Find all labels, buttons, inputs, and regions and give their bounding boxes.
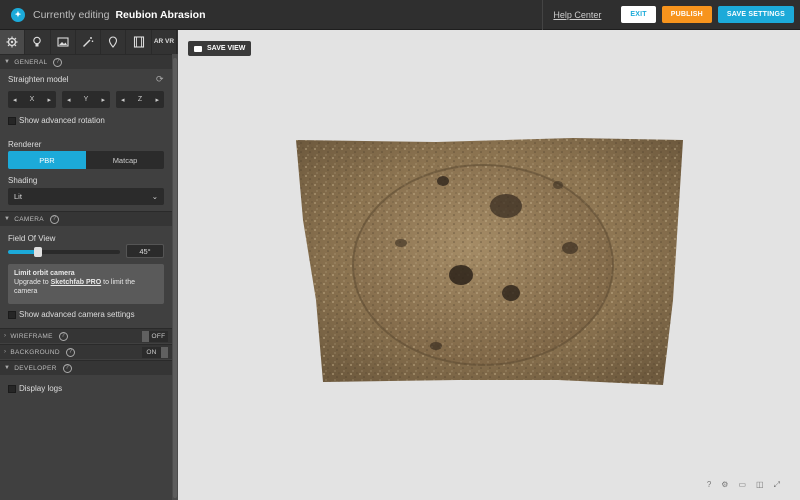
fullscreen-icon[interactable]: ⤢ [774,480,780,490]
magic-wand-icon [83,37,94,47]
rotate-left-icon: ◂ [121,96,125,104]
wireframe-section-header[interactable]: › WIREFRAME ? OFF [0,328,172,343]
advanced-rotation-checkbox[interactable]: Show advanced rotation [8,116,105,125]
wireframe-state: OFF [149,330,168,342]
checkbox-box[interactable] [8,116,16,125]
exit-button[interactable]: EXIT [621,6,656,23]
advanced-camera-checkbox[interactable]: Show advanced camera settings [8,310,135,319]
limit-prefix: Upgrade to [14,279,49,286]
chevron-down-icon: ▼ [4,59,11,65]
sketchfab-pro-link[interactable]: Sketchfab PRO [51,279,102,286]
straighten-label: Straighten model [8,75,69,84]
background-section-header[interactable]: › BACKGROUND ? ON [0,344,172,359]
lock-icon[interactable]: ▭ [738,480,746,490]
tab-background[interactable] [51,30,76,54]
renderer-label: Renderer [8,140,42,149]
fov-value-input[interactable]: 45° [126,244,164,258]
limit-orbit-info: Limit orbit camera Upgrade to Sketchfab … [8,264,164,304]
developer-title: DEVELOPER [14,364,57,372]
rotate-x-button[interactable]: ◂ X ▸ [8,91,56,108]
film-icon [133,36,144,48]
background-state: ON [142,346,161,358]
chevron-right-icon: › [4,349,7,355]
tab-ar-vr[interactable]: AR VR [152,30,178,54]
fov-slider[interactable] [8,247,120,257]
axis-y-label: Y [83,96,89,103]
help-center-link[interactable]: Help Center [542,0,611,30]
chevron-down-icon: ▼ [4,365,11,371]
help-icon[interactable]: ? [62,363,72,373]
fov-label: Field Of View [8,234,56,243]
background-title: BACKGROUND [10,348,60,356]
sidebar-scrollbar-thumb[interactable] [173,58,177,498]
help-icon[interactable]: ? [707,480,711,490]
axis-z-label: Z [137,96,143,103]
settings-sidebar: AR VR ▼ GENERAL ? Straighten model ⟳ ◂ X… [0,30,178,500]
reset-icon[interactable]: ⟳ [156,74,164,85]
chevron-down-icon: ⌄ [151,192,158,201]
model-name: Reubion Abrasion [115,8,206,21]
sketchfab-logo-icon[interactable]: ✦ [11,7,25,22]
map-pin-icon [109,36,118,48]
help-icon[interactable]: ? [49,214,59,224]
shading-value: Lit [14,192,22,201]
limit-orbit-title: Limit orbit camera [14,270,75,277]
3d-viewport[interactable]: SAVE VIEW ? ⚙ ▭ ◫ ⤢ [178,30,800,500]
renderer-pbr-option[interactable]: PBR [8,151,86,169]
help-icon[interactable]: ? [53,57,63,67]
stone-model[interactable] [178,30,800,500]
tab-lighting[interactable] [25,30,51,54]
rotate-z-button[interactable]: ◂ Z ▸ [116,91,164,108]
checkbox-box[interactable] [8,384,16,393]
wireframe-toggle[interactable]: OFF [142,330,168,342]
gear-icon [6,36,18,48]
tab-postprocessing[interactable] [76,30,102,54]
tab-bar: AR VR [0,30,178,54]
renderer-toggle: PBR Matcap [8,151,164,169]
top-bar: ✦ Currently editing Reubion Abrasion Hel… [0,0,800,30]
rotate-right-icon: ▸ [155,96,159,104]
chevron-right-icon: › [4,333,7,339]
tab-animation[interactable] [126,30,152,54]
general-title: GENERAL [14,58,48,66]
display-logs-checkbox[interactable]: Display logs [8,384,62,393]
tab-annotations[interactable] [101,30,127,54]
image-icon [57,37,69,47]
editing-label: Currently editing [33,8,110,21]
wireframe-title: WIREFRAME [10,332,53,340]
lightbulb-icon [33,36,42,47]
ar-vr-label: AR VR [153,37,175,45]
viewer-controls: ? ⚙ ▭ ◫ ⤢ [707,480,780,490]
chevron-down-icon: ▼ [4,216,11,222]
axis-x-label: X [29,96,35,103]
rotate-right-icon: ▸ [47,96,51,104]
rotate-right-icon: ▸ [101,96,105,104]
advanced-camera-label: Show advanced camera settings [19,310,135,319]
save-settings-button[interactable]: SAVE SETTINGS [717,6,794,23]
fov-slider-handle[interactable] [34,247,43,257]
camera-section-header[interactable]: ▼ CAMERA ? [0,211,172,226]
tab-general[interactable] [0,30,26,54]
advanced-rotation-label: Show advanced rotation [19,116,105,125]
background-toggle[interactable]: ON [142,346,168,358]
general-section-header[interactable]: ▼ GENERAL ? [0,54,172,69]
checkbox-box[interactable] [8,310,16,319]
settings-icon[interactable]: ⚙ [721,480,728,490]
developer-section-header[interactable]: ▼ DEVELOPER ? [0,360,172,375]
camera-title: CAMERA [14,215,44,223]
help-icon[interactable]: ? [65,347,75,357]
display-logs-label: Display logs [19,384,63,393]
rotate-left-icon: ◂ [13,96,17,104]
publish-button[interactable]: PUBLISH [661,6,712,23]
rotate-y-button[interactable]: ◂ Y ▸ [62,91,110,108]
help-icon[interactable]: ? [58,331,68,341]
shading-select[interactable]: Lit ⌄ [8,188,164,205]
toggle-knob [142,330,149,342]
renderer-matcap-option[interactable]: Matcap [86,151,164,169]
shading-label: Shading [8,176,38,185]
rotate-left-icon: ◂ [67,96,71,104]
toggle-knob [161,346,168,358]
vr-icon[interactable]: ◫ [756,480,764,490]
